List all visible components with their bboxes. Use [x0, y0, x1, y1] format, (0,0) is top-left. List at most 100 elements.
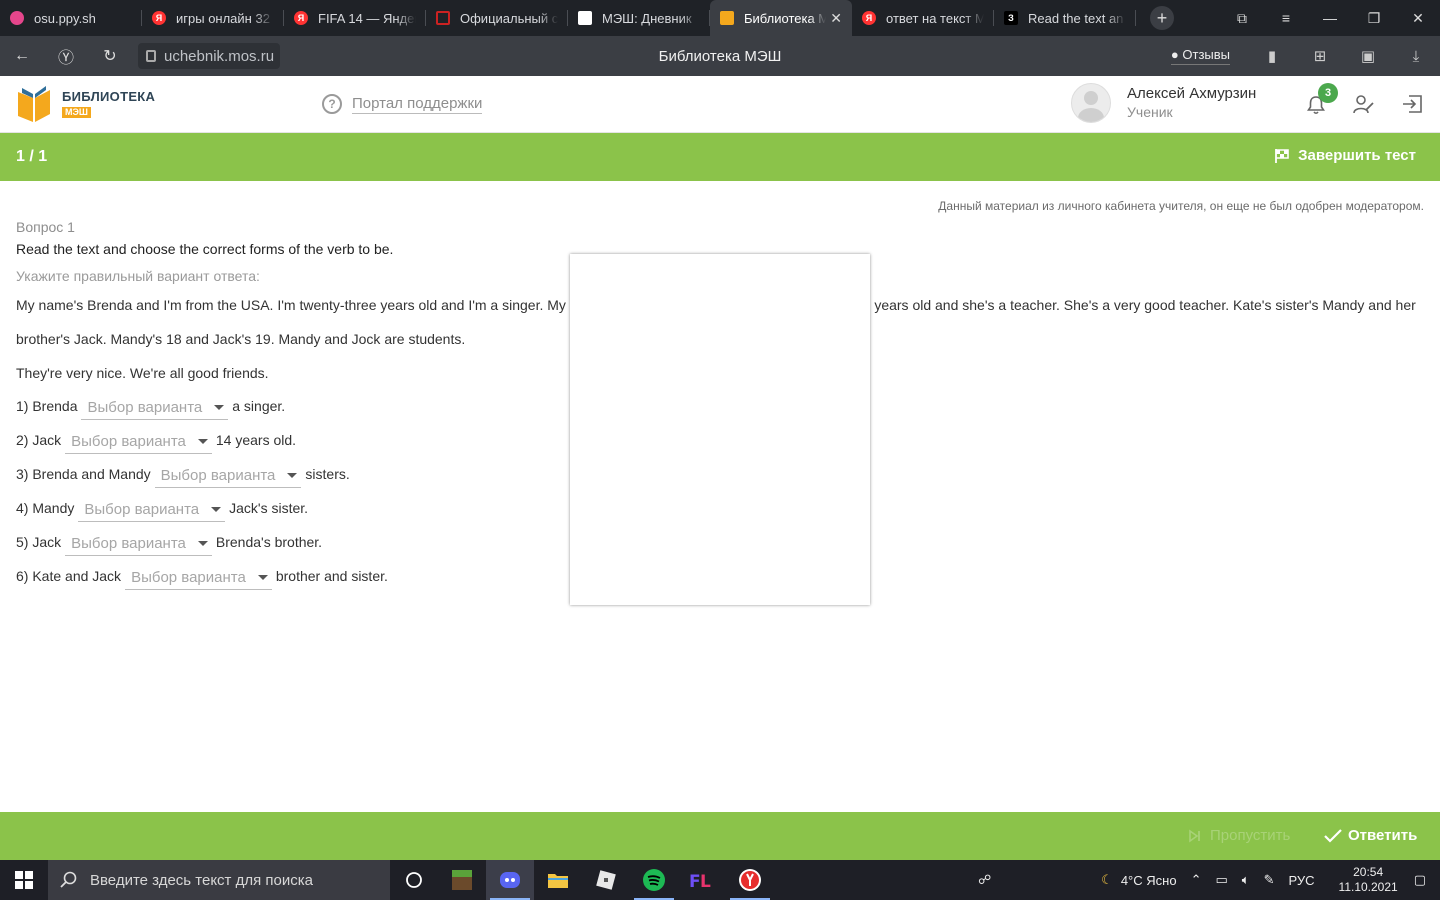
cortana-icon[interactable] [390, 860, 438, 900]
restore-icon[interactable]: ❐ [1352, 10, 1396, 27]
answer-select[interactable]: Выбор варианта [154, 464, 302, 488]
caret-down-icon [214, 405, 225, 410]
answer-toolbar: Пропустить Ответить [0, 812, 1440, 860]
edit-profile-icon[interactable] [1353, 94, 1375, 114]
volume-icon[interactable]: 🔈︎ [1242, 872, 1250, 888]
network-icon[interactable]: ▭ [1215, 872, 1227, 888]
windows-taskbar: Введите здесь текст для поиска FL ☍ ☾ 4°… [0, 860, 1440, 900]
browser-tab[interactable]: osu.ppy.sh [0, 0, 142, 36]
tab-favicon-icon [578, 11, 592, 25]
yandex-home-icon[interactable]: Ⓨ [44, 44, 88, 68]
question-item: 2) Jack Выбор варианта 14 years old. [16, 428, 296, 454]
question-text: Read the text and choose the correct for… [16, 241, 394, 257]
moderation-notice: Данный материал из личного кабинета учит… [938, 199, 1424, 213]
extension-icon[interactable]: ▣ [1344, 47, 1392, 65]
user-name: Алексей Ахмурзин [1127, 84, 1257, 102]
people-icon[interactable]: ☍ [978, 872, 991, 888]
svg-text:L: L [700, 872, 711, 890]
blank-popup-panel [570, 254, 870, 605]
question-icon: ? [322, 94, 342, 114]
flag-icon [1275, 148, 1289, 163]
browser-tab-bar: osu.ppy.sh Яигры онлайн 32 Я FIFA 14 — Ян… [0, 0, 1440, 36]
browser-tab[interactable]: Яигры онлайн 32 [142, 0, 284, 36]
yandex-browser-icon[interactable] [726, 860, 774, 900]
clock[interactable]: 20:54 11.10.2021 [1339, 865, 1398, 895]
question-item: 6) Kate and Jack Выбор варианта brother … [16, 564, 388, 590]
question-counter: 1 / 1 [16, 148, 48, 165]
minecraft-icon[interactable] [438, 860, 486, 900]
logout-icon[interactable] [1401, 94, 1423, 114]
browser-tab[interactable]: Яответ на текст М [852, 0, 994, 36]
finish-test-button[interactable]: Завершить тест [1274, 147, 1416, 164]
browser-tab[interactable]: Официальный с [426, 0, 568, 36]
tabs-menu-icon[interactable]: ⧉ [1220, 10, 1264, 27]
answer-select[interactable]: Выбор варианта [78, 498, 226, 522]
answer-hint: Укажите правильный вариант ответа: [16, 268, 260, 284]
system-tray: ☍ ☾ 4°C Ясно ⌃ ▭ 🔈︎ ✎ РУС 20:54 11.10.20… [978, 860, 1440, 900]
library-logo[interactable]: БИБЛИОТЕКА МЭШ [16, 84, 155, 124]
site-header: БИБЛИОТЕКА МЭШ ? Портал поддержки Алексе… [0, 76, 1440, 133]
skip-button[interactable]: Пропустить [1188, 827, 1290, 844]
chevron-up-icon[interactable]: ⌃ [1191, 872, 1202, 888]
windows-start-icon[interactable] [0, 860, 48, 900]
spotify-icon[interactable] [630, 860, 678, 900]
minimize-icon[interactable]: — [1308, 10, 1352, 26]
collections-icon[interactable]: ⊞ [1296, 47, 1344, 65]
caret-down-icon [211, 507, 222, 512]
caret-down-icon [197, 439, 208, 444]
close-window-icon[interactable]: ✕ [1396, 10, 1440, 27]
taskbar-search[interactable]: Введите здесь текст для поиска [48, 860, 390, 900]
tab-favicon-icon [436, 11, 450, 25]
answer-button[interactable]: Ответить [1324, 827, 1417, 844]
download-icon[interactable]: ⤓ [1392, 48, 1440, 65]
book-logo-icon [18, 86, 50, 122]
lock-icon [146, 50, 156, 62]
user-role: Ученик [1127, 103, 1173, 120]
moon-icon: ☾ [1101, 872, 1113, 887]
question-item: 4) Mandy Выбор варианта Jack's sister. [16, 496, 308, 522]
caret-down-icon [257, 575, 268, 580]
browser-tab-active[interactable]: Библиотека М ✕ [710, 0, 852, 36]
skip-icon [1189, 828, 1200, 843]
browser-tab[interactable]: Я FIFA 14 — Яндекс [284, 0, 426, 36]
caret-down-icon [197, 541, 208, 546]
speech-bubble-icon: ● [1170, 47, 1179, 62]
check-icon [1324, 828, 1342, 843]
roblox-icon[interactable] [582, 860, 630, 900]
window-controls: ⧉ ≡ — ❐ ✕ [1220, 0, 1440, 36]
reload-icon[interactable]: ↻ [88, 46, 132, 66]
yandex-icon: Я [862, 11, 876, 25]
avatar [1071, 83, 1111, 123]
weather-text[interactable]: 4°C Ясно [1121, 873, 1177, 888]
test-toolbar: 1 / 1 Завершить тест [0, 133, 1440, 181]
question-item: 1) Brenda Выбор варианта a singer. [16, 394, 285, 420]
reviews-button[interactable]: ● Отзывы [1170, 47, 1230, 65]
tab-favicon-icon [10, 11, 24, 25]
search-icon [60, 871, 77, 888]
discord-icon[interactable] [486, 860, 534, 900]
bookmark-icon[interactable]: ▮ [1248, 47, 1296, 65]
answer-select[interactable]: Выбор варианта [81, 396, 229, 420]
browser-tab[interactable]: МЭШ: Дневник [568, 0, 710, 36]
new-tab-button[interactable]: + [1150, 6, 1174, 30]
pen-icon[interactable]: ✎ [1264, 872, 1275, 888]
support-link[interactable]: ? Портал поддержки [322, 94, 483, 114]
back-icon[interactable]: ← [0, 47, 44, 65]
book-icon [720, 11, 734, 25]
browser-tab[interactable]: З Read the text an [994, 0, 1136, 36]
user-profile[interactable]: Алексей Ахмурзин Ученик [1071, 83, 1256, 123]
url-field[interactable]: uchebnik.mos.ru [138, 43, 281, 69]
notification-badge: 3 [1318, 83, 1338, 103]
svg-text:F: F [689, 872, 701, 890]
yandex-icon: Я [294, 11, 308, 25]
logo-subtitle: МЭШ [62, 106, 91, 118]
answer-select[interactable]: Выбор варианта [65, 532, 212, 556]
answer-select[interactable]: Выбор варианта [65, 430, 212, 454]
fl-studio-icon[interactable]: FL [678, 860, 726, 900]
file-explorer-icon[interactable] [534, 860, 582, 900]
menu-icon[interactable]: ≡ [1264, 10, 1308, 26]
close-tab-icon[interactable]: ✕ [830, 10, 842, 27]
answer-select[interactable]: Выбор варианта [125, 566, 272, 590]
language-indicator[interactable]: РУС [1288, 873, 1314, 888]
notifications-icon[interactable]: ▢ [1414, 872, 1426, 888]
